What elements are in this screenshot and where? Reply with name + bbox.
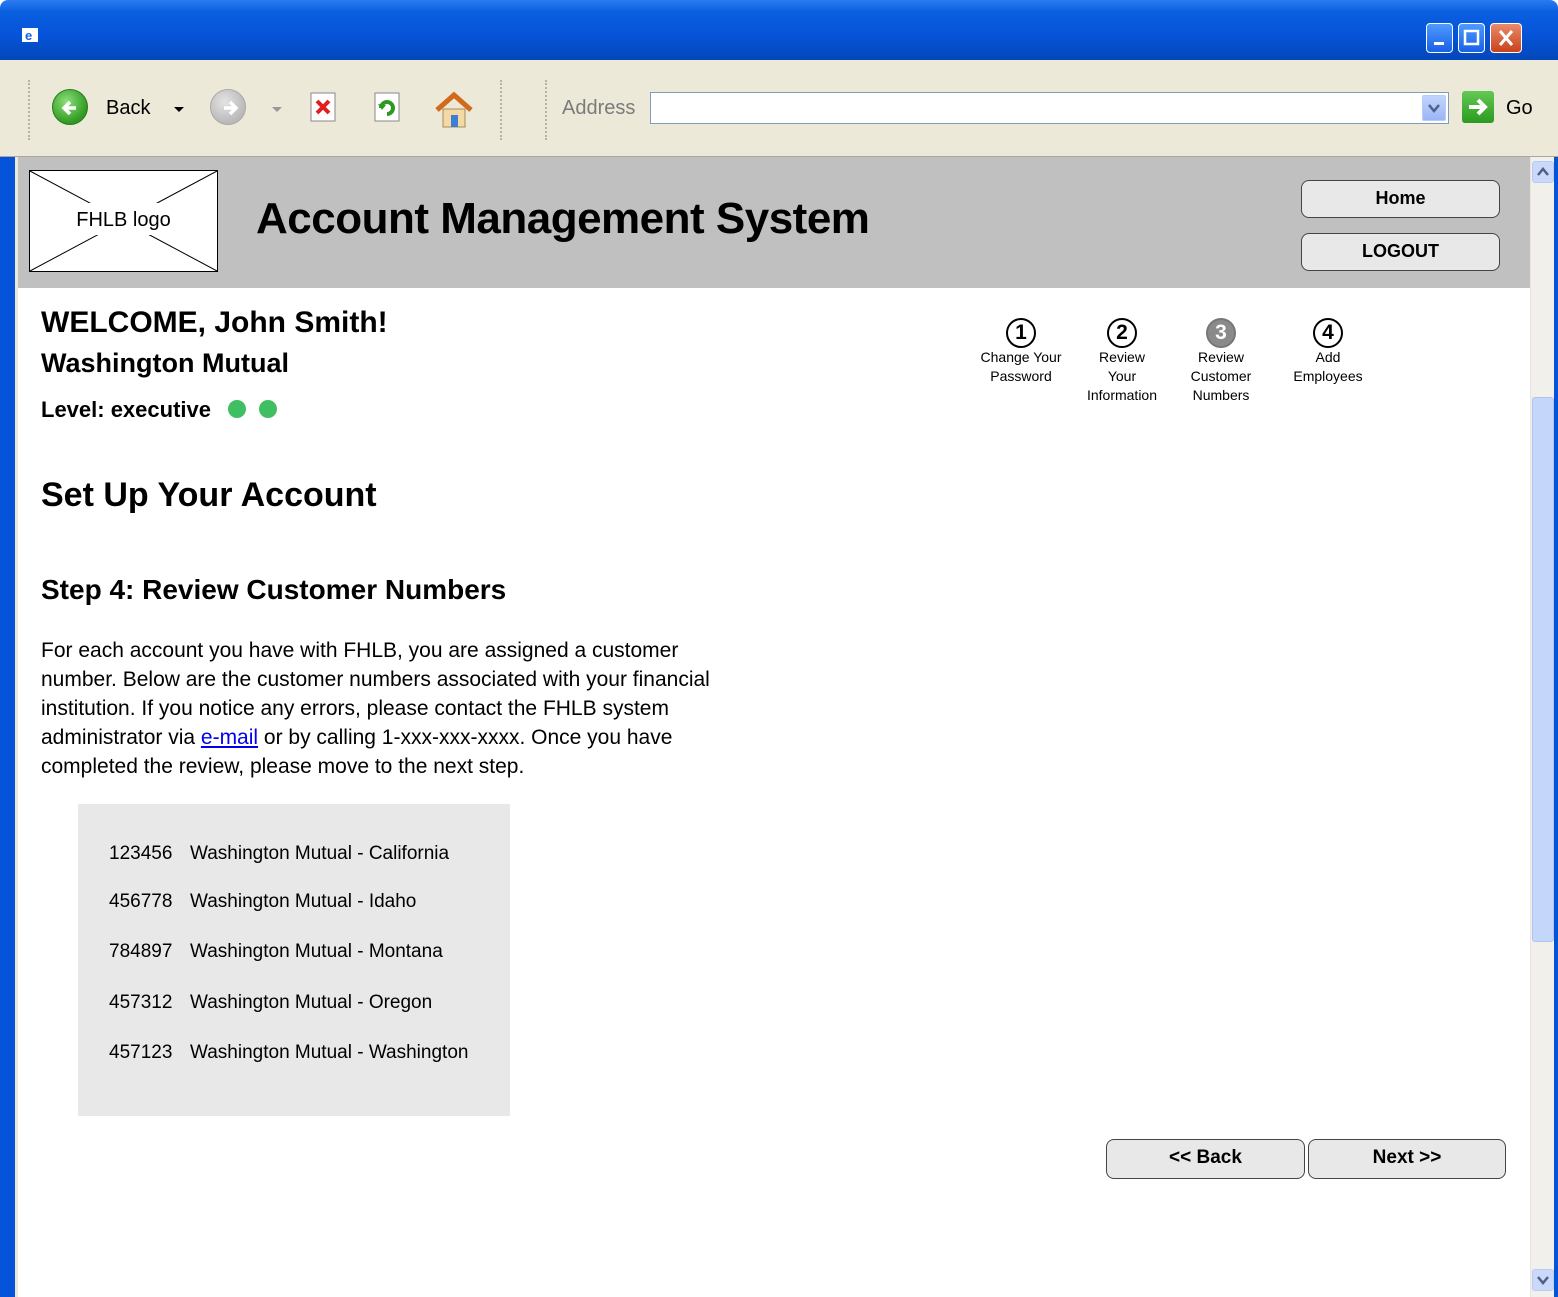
email-link[interactable]: e-mail — [201, 726, 258, 749]
back-label[interactable]: Back — [106, 97, 150, 120]
customer-number: 456778 — [109, 891, 173, 912]
scroll-up-button[interactable] — [1532, 161, 1554, 183]
customer-row: 457312 Washington Mutual - Oregon — [109, 992, 432, 1014]
address-dropdown-button[interactable] — [1422, 95, 1446, 121]
scroll-thumb[interactable] — [1532, 397, 1554, 942]
address-grip — [545, 80, 548, 140]
maximize-button[interactable] — [1458, 23, 1485, 53]
step-label-line: Review — [1198, 349, 1244, 365]
step-label-line: Review — [1099, 349, 1145, 365]
close-button[interactable] — [1490, 23, 1522, 53]
customer-name: Washington Mutual - California — [190, 843, 450, 864]
customer-number: 123456 — [109, 843, 173, 864]
minimize-button[interactable] — [1426, 23, 1453, 53]
customer-name: Washington Mutual - Oregon — [190, 992, 433, 1013]
customer-row: 456778 Washington Mutual - Idaho — [109, 891, 416, 913]
forward-arrow-icon — [224, 100, 239, 116]
customer-name: Washington Mutual - Montana — [190, 941, 443, 962]
instructions-paragraph: For each account you have with FHLB, you… — [41, 636, 721, 781]
customer-row: 123456 Washington Mutual - California — [109, 843, 449, 865]
page-title: Account Management System — [256, 194, 870, 243]
user-level: Level: executive — [41, 397, 211, 422]
welcome-heading: WELCOME, John Smith! — [41, 306, 388, 339]
next-button[interactable]: Next >> — [1308, 1139, 1506, 1179]
customer-name: Washington Mutual - Washington — [190, 1042, 469, 1063]
step-label-line: Add — [1315, 349, 1341, 365]
organization-name: Washington Mutual — [41, 348, 289, 378]
toolbar-grip — [28, 80, 31, 140]
step-title: Step 4: Review Customer Numbers — [41, 574, 507, 605]
toolbar-separator — [500, 80, 503, 140]
progress-step-1: 1 Change Your Password — [971, 318, 1071, 386]
logout-button[interactable]: LOGOUT — [1301, 233, 1500, 271]
step-label-line: Information — [1086, 387, 1158, 403]
chevron-up-icon — [1537, 167, 1549, 176]
step-label-line: Numbers — [1192, 387, 1250, 403]
step-label-line: Password — [990, 368, 1052, 384]
browser-toolbar: Back Address Go — [0, 60, 1558, 157]
scroll-down-button[interactable] — [1532, 1269, 1554, 1291]
refresh-icon[interactable] — [370, 90, 404, 124]
logo-text: FHLB logo — [76, 209, 171, 231]
chevron-down-icon — [1537, 1276, 1549, 1285]
customer-number: 784897 — [109, 941, 173, 962]
chevron-down-icon — [1428, 104, 1440, 113]
section-title: Set Up Your Account — [41, 476, 377, 514]
step-number-badge: 2 — [1107, 318, 1137, 348]
customer-number: 457312 — [109, 992, 173, 1013]
customer-name: Washington Mutual - Idaho — [190, 891, 417, 912]
step-number-badge: 1 — [1006, 318, 1036, 348]
customer-row: 457123 Washington Mutual - Washington — [109, 1042, 468, 1064]
stop-icon[interactable] — [306, 90, 340, 124]
level-indicator-dot — [259, 400, 277, 418]
progress-step-3: 3 Review Customer Numbers — [1171, 318, 1271, 405]
back-button[interactable]: << Back — [1106, 1139, 1305, 1179]
window-frame-right — [1554, 157, 1558, 1297]
progress-step-2: 2 Review Your Information — [1072, 318, 1172, 405]
svg-text:e: e — [25, 28, 32, 43]
back-nav-button[interactable] — [52, 89, 88, 125]
back-dropdown-arrow-icon[interactable] — [174, 107, 184, 112]
home-icon[interactable] — [433, 90, 475, 130]
window-titlebar: e — [0, 0, 1558, 60]
forward-dropdown-arrow-icon[interactable] — [272, 107, 282, 112]
back-arrow-icon — [61, 100, 76, 116]
progress-step-4: 4 Add Employees — [1278, 318, 1378, 386]
step-label-line: Your — [1107, 368, 1137, 384]
customer-number: 457123 — [109, 1042, 173, 1063]
step-number-badge: 4 — [1313, 318, 1343, 348]
step-number-badge: 3 — [1206, 318, 1236, 348]
logo-placeholder: FHLB logo — [29, 170, 218, 272]
vertical-scrollbar[interactable] — [1530, 157, 1554, 1297]
go-label[interactable]: Go — [1506, 97, 1533, 120]
window-frame-left — [0, 157, 18, 1297]
home-button[interactable]: Home — [1301, 180, 1500, 218]
go-arrow-icon[interactable] — [1462, 91, 1494, 123]
step-label-line: Change Your — [980, 349, 1062, 365]
step-label-line: Employees — [1293, 368, 1363, 384]
level-indicator-dot — [228, 400, 246, 418]
address-label: Address — [562, 97, 636, 119]
step-label-line: Customer — [1190, 368, 1252, 384]
address-input[interactable] — [650, 92, 1449, 124]
forward-nav-button[interactable] — [210, 89, 246, 125]
customer-row: 784897 Washington Mutual - Montana — [109, 941, 443, 963]
ie-app-icon: e — [22, 28, 38, 43]
